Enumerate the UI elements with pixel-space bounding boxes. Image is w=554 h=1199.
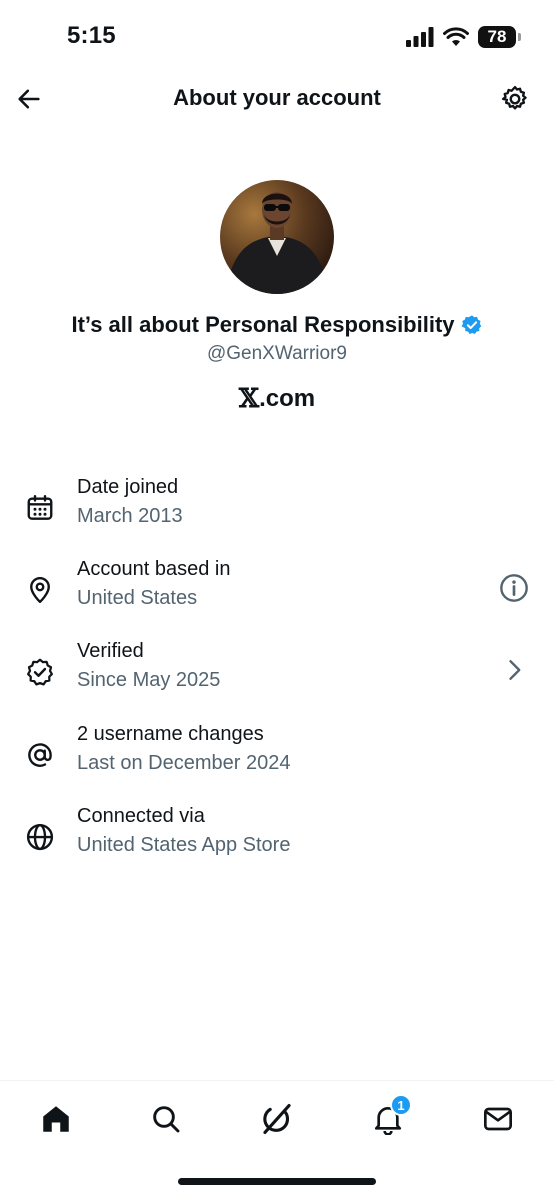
info-subtitle: Since May 2025 — [77, 669, 221, 691]
info-title: Account based in — [77, 558, 231, 580]
info-item-account-based-in: Account based in United States — [0, 558, 554, 628]
status-time: 5:15 — [67, 22, 116, 49]
info-title: Date joined — [77, 476, 179, 498]
chevron-right-icon[interactable] — [498, 654, 530, 686]
info-icon — [500, 574, 528, 602]
tab-search[interactable] — [146, 1099, 186, 1139]
display-name: It’s all about Personal Responsibility — [71, 312, 455, 337]
display-name-row: It’s all about Personal Responsibility — [0, 312, 554, 338]
globe-icon — [24, 821, 56, 853]
signal-icon — [406, 27, 434, 47]
tab-grok[interactable] — [257, 1099, 297, 1139]
avatar — [220, 180, 334, 294]
tab-notifications[interactable]: 1 — [368, 1094, 412, 1139]
calendar-icon — [24, 492, 56, 524]
status-icons: 78 — [406, 25, 521, 49]
info-subtitle: March 2013 — [77, 505, 183, 527]
info-item-connected-via: Connected via United States App Store — [0, 805, 554, 875]
mail-icon — [484, 1107, 512, 1131]
info-title: Connected via — [77, 805, 205, 827]
info-button[interactable] — [498, 572, 530, 604]
info-subtitle: Last on December 2024 — [77, 752, 291, 774]
info-item-verified[interactable]: Verified Since May 2025 — [0, 640, 554, 710]
grok-icon — [263, 1103, 291, 1135]
home-icon — [43, 1106, 69, 1132]
tab-messages[interactable] — [478, 1099, 518, 1139]
tab-home[interactable] — [36, 1099, 76, 1139]
top-nav: About your account — [0, 70, 554, 128]
battery-level: 78 — [487, 27, 507, 46]
info-item-username-changes: 2 username changes Last on December 2024 — [0, 723, 554, 793]
info-item-date-joined: Date joined March 2013 — [0, 476, 554, 546]
site-domain: .com — [259, 385, 316, 412]
location-pin-icon — [24, 574, 56, 606]
at-sign-icon — [24, 739, 56, 771]
info-subtitle: United States — [77, 587, 198, 609]
home-indicator — [178, 1178, 376, 1185]
verified-badge-icon — [24, 656, 56, 688]
x-logo: 𝕏 — [238, 384, 260, 414]
settings-button[interactable] — [498, 82, 532, 116]
page-title: About your account — [173, 85, 381, 110]
info-subtitle: United States App Store — [77, 834, 291, 856]
gear-icon — [501, 85, 527, 110]
battery-icon: 78 — [478, 26, 521, 48]
info-title: 2 username changes — [77, 723, 264, 745]
wifi-icon — [443, 27, 469, 46]
site-label: 𝕏 .com — [0, 384, 554, 414]
notification-badge: 1 — [390, 1094, 412, 1116]
username-handle: @GenXWarrior9 — [206, 343, 347, 364]
avatar-image — [220, 180, 334, 294]
status-bar: 5:15 78 — [0, 0, 554, 70]
info-title: Verified — [77, 640, 144, 662]
search-icon — [153, 1106, 180, 1133]
verified-check-icon — [461, 315, 481, 334]
